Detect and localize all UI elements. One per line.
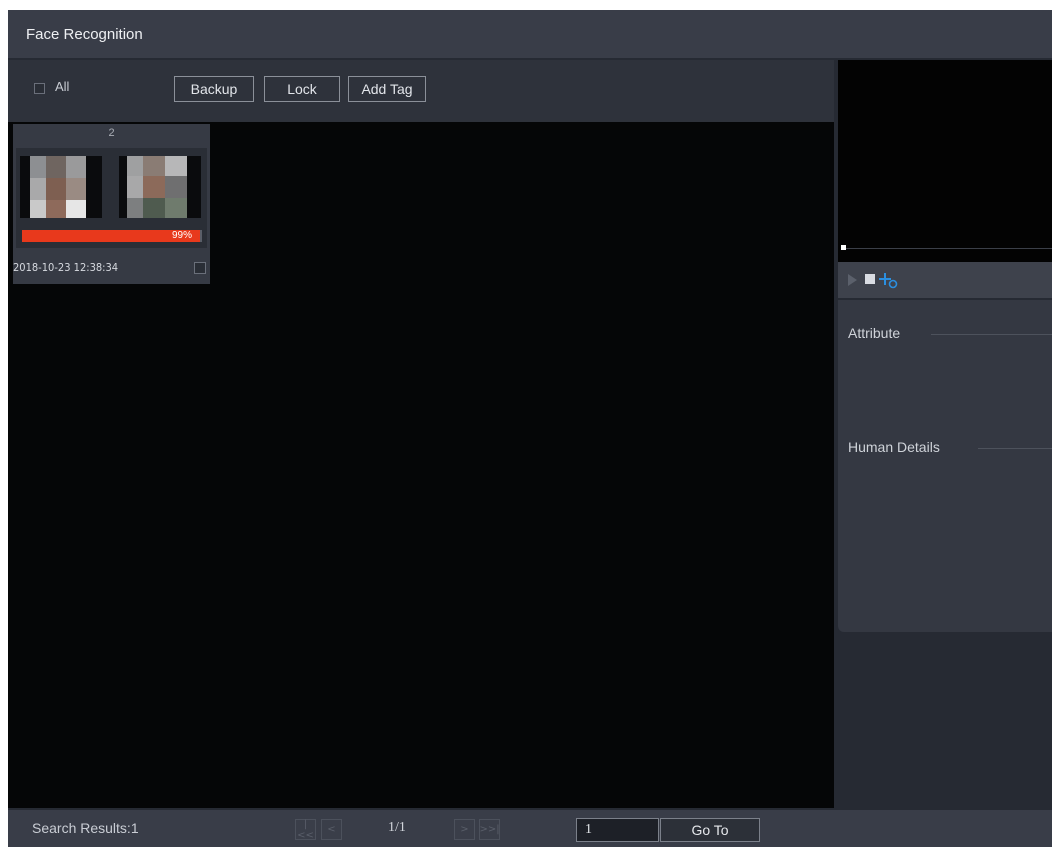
- match-count: 2: [108, 127, 115, 139]
- backup-button[interactable]: Backup: [174, 76, 254, 102]
- search-results-count: Search Results:1: [32, 820, 139, 836]
- first-page-button[interactable]: |<<: [295, 819, 316, 841]
- select-all-checkbox[interactable]: [34, 83, 45, 94]
- playback-progress-track[interactable]: [846, 248, 1052, 249]
- similarity-bar: 99%: [22, 230, 202, 242]
- result-card[interactable]: 2 99% 2018-10-23 12:38:34: [13, 124, 210, 284]
- attribute-divider: [931, 334, 1052, 335]
- face-recognition-window: Face Recognition All Backup Lock Add Tag…: [8, 10, 1052, 847]
- results-grid: 2 99% 2018-10-23 12:38:34: [8, 122, 834, 808]
- next-page-button[interactable]: >: [454, 819, 475, 840]
- last-page-button[interactable]: >>|: [479, 819, 500, 840]
- thumbnail-pair: 99%: [16, 148, 207, 248]
- play-icon[interactable]: [848, 274, 857, 286]
- card-select-checkbox[interactable]: [194, 262, 206, 274]
- previous-page-button[interactable]: <: [321, 819, 342, 840]
- details-panel: Attribute Human Details: [838, 300, 1052, 632]
- toolbar: All Backup Lock Add Tag: [8, 60, 834, 122]
- human-details-divider: [978, 448, 1052, 449]
- page-number-input[interactable]: [576, 818, 659, 842]
- attribute-heading: Attribute: [848, 325, 901, 341]
- human-details-heading: Human Details: [848, 439, 940, 455]
- capture-timestamp: 2018-10-23 12:38:34: [13, 261, 119, 274]
- title-bar: Face Recognition: [8, 10, 1052, 58]
- lock-button[interactable]: Lock: [264, 76, 340, 102]
- select-all-label[interactable]: All: [55, 79, 69, 94]
- captured-face-thumbnail[interactable]: [20, 156, 102, 218]
- matched-face-thumbnail[interactable]: [119, 156, 201, 218]
- add-tag-button[interactable]: Add Tag: [348, 76, 426, 102]
- video-preview[interactable]: [838, 60, 1052, 262]
- window-title: Face Recognition: [26, 25, 143, 43]
- similarity-label: 99%: [171, 230, 192, 241]
- add-tag-icon[interactable]: [879, 267, 899, 291]
- playback-controls: [838, 262, 1052, 298]
- go-to-button[interactable]: Go To: [660, 818, 760, 842]
- stop-icon[interactable]: [865, 274, 875, 284]
- page-indicator: 1/1: [388, 820, 406, 835]
- status-bar: Search Results:1 |<< < 1/1 > >>| Go To: [8, 810, 1052, 847]
